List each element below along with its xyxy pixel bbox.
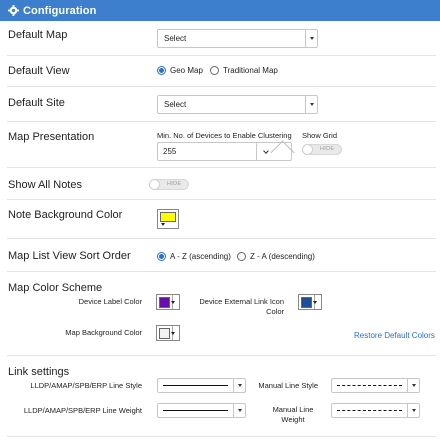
map-background-color-label: Map Background Color: [65, 328, 142, 337]
manual-line-style-select[interactable]: [331, 378, 420, 393]
solid-line-icon: [163, 385, 228, 386]
chevron-down-icon: [407, 379, 419, 392]
clustering-label: Min. No. of Devices to Enable Clustering: [157, 131, 292, 140]
radio-selected-icon: [157, 66, 166, 75]
show-grid-toggle[interactable]: HIDE: [302, 144, 342, 155]
default-map-label: Default Map: [8, 29, 68, 41]
increment-button[interactable]: [270, 140, 295, 165]
divider: [7, 238, 436, 239]
default-site-label: Default Site: [8, 97, 65, 109]
device-label-color-label: Device Label Color: [78, 297, 142, 306]
clustering-value: 255: [163, 147, 177, 156]
note-background-color-picker[interactable]: [157, 209, 179, 229]
chevron-down-icon: [233, 404, 245, 417]
default-map-select[interactable]: Select: [157, 29, 318, 48]
sort-descending-radio[interactable]: Z - A (descending): [237, 252, 315, 261]
gear-icon: [8, 5, 19, 16]
toggle-knob: [302, 144, 313, 155]
show-grid-toggle-text: HIDE: [320, 146, 335, 152]
color-fill: [159, 297, 170, 308]
line-weight-select[interactable]: [157, 403, 246, 418]
show-all-notes-toggle[interactable]: HIDE: [149, 179, 189, 190]
sort-ascending-label: A - Z (ascending): [170, 252, 231, 261]
default-site-value: Select: [164, 100, 187, 109]
geo-map-radio[interactable]: Geo Map: [157, 66, 203, 75]
restore-default-colors-link[interactable]: Restore Default Colors: [354, 331, 435, 340]
line-style-label: LLDP/AMAP/SPB/ERP Line Style: [30, 381, 142, 390]
default-map-value: Select: [164, 34, 187, 43]
chevron-down-icon: [305, 96, 317, 113]
toggle-knob: [149, 179, 160, 190]
divider: [7, 167, 436, 168]
divider: [7, 271, 436, 272]
solid-line-icon: [163, 410, 228, 411]
divider: [7, 355, 436, 356]
map-presentation-label: Map Presentation: [8, 131, 95, 143]
divider: [7, 55, 436, 56]
radio-selected-icon: [157, 252, 166, 261]
sort-ascending-radio[interactable]: A - Z (ascending): [157, 252, 231, 261]
chevron-down-icon: [262, 147, 269, 154]
color-fill: [159, 328, 170, 339]
configuration-header: Configuration: [0, 0, 440, 21]
dashed-line-icon: [337, 385, 402, 386]
color-fill: [160, 212, 176, 222]
show-grid-label: Show Grid: [302, 131, 338, 140]
chevron-down-icon: [305, 30, 317, 47]
divider: [7, 121, 436, 122]
manual-line-style-label: Manual Line Style: [258, 381, 318, 390]
chevron-down-icon: [233, 379, 245, 392]
sort-descending-label: Z - A (descending): [250, 252, 315, 261]
clustering-input[interactable]: 255: [157, 140, 295, 165]
chevron-down-icon: [161, 223, 165, 226]
geo-map-label: Geo Map: [170, 66, 203, 75]
link-settings-label: Link settings: [8, 366, 70, 378]
show-all-notes-toggle-text: HIDE: [167, 181, 182, 187]
color-fill: [301, 297, 312, 308]
map-color-scheme-label: Map Color Scheme: [8, 282, 103, 294]
divider: [7, 86, 436, 87]
chevron-up-icon: [270, 140, 295, 165]
header-title: Configuration: [23, 4, 97, 17]
chevron-down-icon: [407, 404, 419, 417]
line-style-select[interactable]: [157, 378, 246, 393]
map-list-sort-label: Map List View Sort Order: [8, 250, 131, 262]
default-site-select[interactable]: Select: [157, 95, 318, 114]
divider: [7, 436, 436, 437]
dashed-line-icon: [337, 410, 402, 411]
radio-unselected-icon: [237, 252, 246, 261]
radio-unselected-icon: [210, 66, 219, 75]
note-background-color-label: Note Background Color: [8, 209, 123, 221]
chevron-down-icon: [171, 332, 175, 335]
traditional-map-label: Traditional Map: [223, 66, 278, 75]
map-background-color-picker[interactable]: [156, 325, 180, 341]
line-weight-label: LLDP/AMAP/SPB/ERP Line Weight: [23, 406, 142, 415]
device-label-color-picker[interactable]: [156, 294, 180, 310]
external-link-color-label: Device External Link Icon Color: [199, 297, 284, 316]
chevron-down-icon: [313, 301, 317, 304]
divider: [7, 199, 436, 200]
chevron-down-icon: [171, 301, 175, 304]
manual-line-weight-select[interactable]: [331, 403, 420, 418]
show-all-notes-label: Show All Notes: [8, 179, 82, 191]
external-link-color-picker[interactable]: [298, 294, 322, 310]
manual-line-weight-label: Manual Line Weight: [272, 405, 314, 424]
traditional-map-radio[interactable]: Traditional Map: [210, 66, 278, 75]
default-view-label: Default View: [8, 65, 70, 77]
